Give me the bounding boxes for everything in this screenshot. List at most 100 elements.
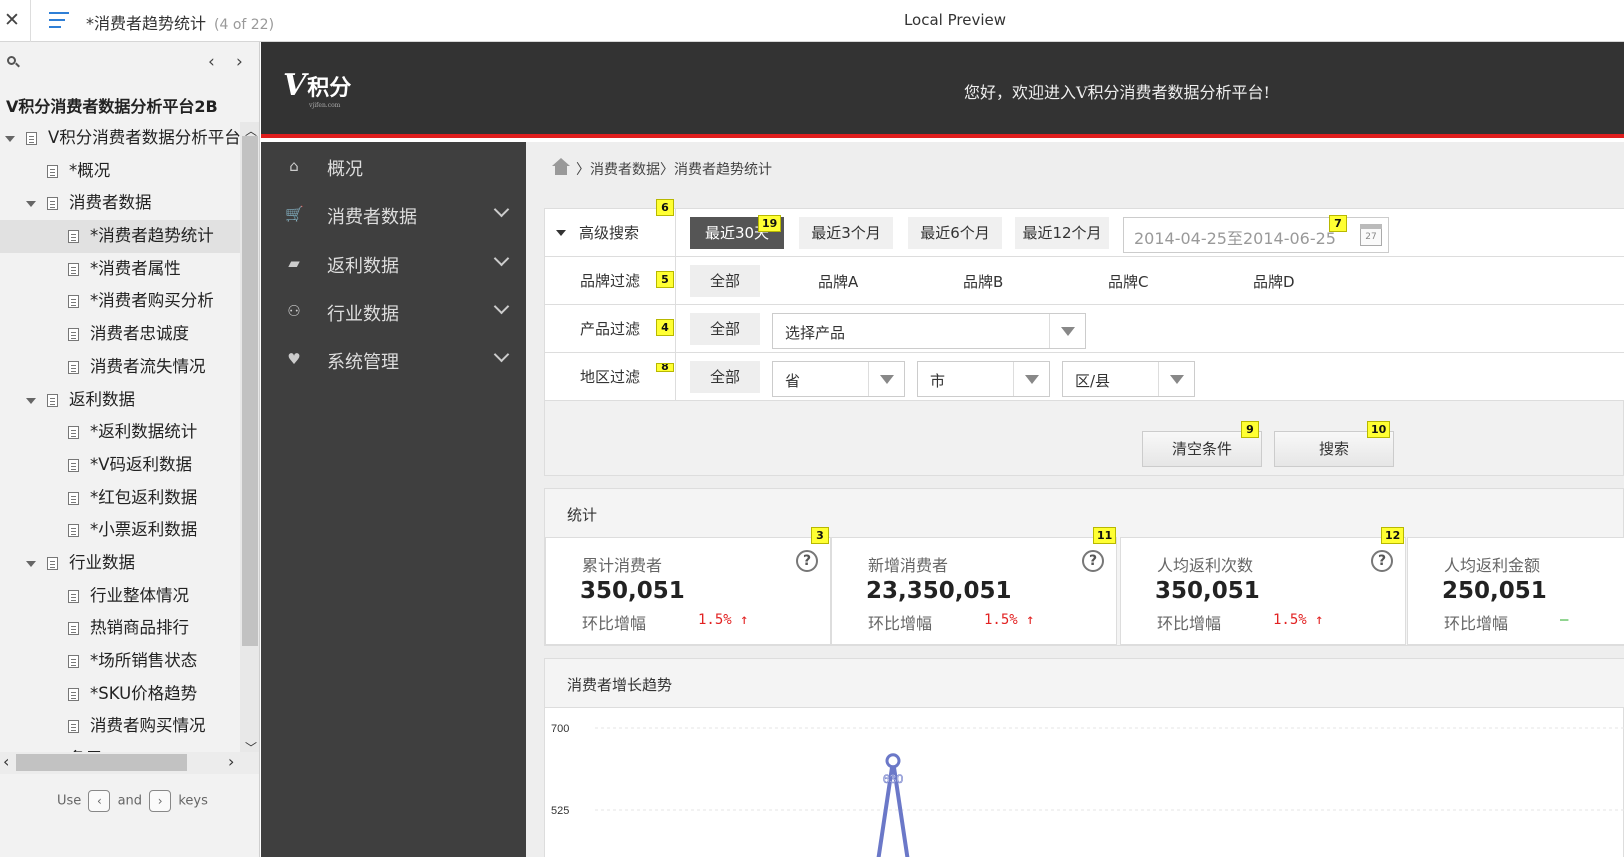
outline-item[interactable]: *消费者购买分析 xyxy=(0,285,240,318)
stat-sub-label: 环比增幅 xyxy=(1157,614,1222,633)
outline-item[interactable]: 消费者流失情况 xyxy=(0,351,240,384)
app-sidebar: ⌂ 概况 🛒 消费者数据 ▰ 返利数据 ⚇ 行业数据 ♥ 系统管理 xyxy=(261,142,526,857)
dropdown-arrow-icon xyxy=(1158,362,1194,396)
expand-triangle-icon[interactable] xyxy=(5,136,15,142)
stat-value: 350,051 xyxy=(1155,578,1260,604)
stat-percent: 1.5% ↑ xyxy=(698,612,749,628)
stat-card-rebate-count: 人均返利次数 ? 350,051 环比增幅 1.5% ↑ xyxy=(1120,537,1406,645)
stat-sub-label: 环比增幅 xyxy=(868,614,933,633)
annotation-badge: 9 xyxy=(1241,421,1259,438)
province-select[interactable]: 省 xyxy=(772,361,905,397)
horizontal-scrollbar[interactable]: ‹ › xyxy=(0,752,259,774)
expand-triangle-icon[interactable] xyxy=(26,397,36,404)
outline-item[interactable]: *消费者属性 xyxy=(0,253,240,286)
product-filter-row: 产品过滤 全部 选择产品 xyxy=(545,305,1624,353)
scroll-left-icon[interactable]: ‹ xyxy=(3,752,9,771)
outline-item[interactable]: 消费者数据 xyxy=(0,187,240,220)
search-icon[interactable] xyxy=(7,56,20,68)
breadcrumb-text[interactable]: 〉消费者数据〉消费者趋势统计 xyxy=(576,162,772,178)
search-panel: 高级搜索 最近30天 最近3个月 最近6个月 最近12个月 2014-04-25… xyxy=(544,199,1624,476)
nav-item[interactable]: ⚇ 行业数据 xyxy=(261,288,526,336)
nav-item[interactable]: 🛒 消费者数据 xyxy=(261,191,526,239)
outline-item[interactable]: 热销商品排行 xyxy=(0,612,240,645)
stat-title: 新增消费者 xyxy=(868,556,949,575)
help-icon[interactable]: ? xyxy=(1082,550,1104,572)
nav-item[interactable]: ♥ 系统管理 xyxy=(261,336,526,384)
brand-b-option[interactable]: 品牌B xyxy=(963,271,1003,292)
province-select-value: 省 xyxy=(785,372,801,390)
city-select[interactable]: 市 xyxy=(917,361,1050,397)
brand-logo[interactable]: V积分 vjifen.com xyxy=(283,68,351,109)
heart-icon: ♥ xyxy=(287,350,301,369)
county-select[interactable]: 区/县 xyxy=(1062,361,1195,397)
advanced-search-toggle[interactable]: 高级搜索 xyxy=(545,209,676,257)
stat-card-total-consumers: 累计消费者 ? 350,051 环比增幅 1.5% ↑ xyxy=(545,537,831,645)
welcome-message: 您好，欢迎进入V积分消费者数据分析平台! xyxy=(964,83,1270,102)
brand-a-option[interactable]: 品牌A xyxy=(818,271,858,292)
dropdown-arrow-icon xyxy=(1049,314,1085,348)
expand-triangle-icon[interactable] xyxy=(26,201,36,208)
annotation-badge: 19 xyxy=(758,215,782,232)
outline-panel: ‹ › V积分消费者数据分析平台2B V积分消费者数据分析平台 *概况 消费者数据 *… xyxy=(0,42,260,857)
outline-item[interactable]: *概况 xyxy=(0,155,240,188)
outline-item[interactable]: *场所销售状态 xyxy=(0,645,240,678)
chevron-down-icon xyxy=(493,202,510,218)
nav-item[interactable]: ▰ 返利数据 xyxy=(261,240,526,288)
outline-item[interactable]: 备用 xyxy=(0,743,240,752)
outline-item[interactable]: *消费者趋势统计 xyxy=(0,220,240,253)
page-icon xyxy=(47,556,58,570)
outline-item[interactable]: 消费者忠诚度 xyxy=(0,318,240,351)
home-icon: ⌂ xyxy=(289,157,299,175)
region-all-button[interactable]: 全部 xyxy=(690,361,760,393)
outline-item-label: *V码返利数据 xyxy=(90,454,193,474)
page-icon xyxy=(68,458,79,472)
outline-item[interactable]: 返利数据 xyxy=(0,384,240,417)
expand-triangle-icon[interactable] xyxy=(26,560,36,567)
range-3-months-button[interactable]: 最近3个月 xyxy=(799,217,893,249)
date-range-input[interactable]: 2014-04-25至2014-06-25 27 xyxy=(1123,217,1389,253)
prev-page-button[interactable]: ‹ xyxy=(208,52,215,72)
annotation-badge: 6 xyxy=(656,199,674,216)
home-icon[interactable] xyxy=(552,158,570,176)
outline-item[interactable]: *V码返利数据 xyxy=(0,449,240,482)
outline-item-label: *消费者购买分析 xyxy=(90,291,214,311)
outline-item[interactable]: 行业数据 xyxy=(0,547,240,580)
hint-text: keys xyxy=(178,793,208,809)
scroll-right-icon[interactable]: › xyxy=(228,752,234,771)
product-select[interactable]: 选择产品 xyxy=(772,313,1086,349)
brand-all-button[interactable]: 全部 xyxy=(690,265,760,297)
outline-item[interactable]: 消费者购买情况 xyxy=(0,710,240,743)
annotation-badge: 3 xyxy=(811,527,829,544)
chart-title: 消费者增长趋势 xyxy=(567,676,673,694)
stat-card-rebate-amount: 人均返利金额 250,051 环比增幅 — xyxy=(1407,537,1624,645)
page-icon xyxy=(47,197,58,211)
brand-c-option[interactable]: 品牌C xyxy=(1108,271,1148,292)
app-preview: V积分 vjifen.com 您好，欢迎进入V积分消费者数据分析平台! ⌂ 概况 🛒… xyxy=(261,42,1624,857)
help-icon[interactable]: ? xyxy=(796,550,818,572)
outline-item[interactable]: *SKU价格趋势 xyxy=(0,678,240,711)
outline-item-label: *SKU价格趋势 xyxy=(90,683,198,703)
brand-d-option[interactable]: 品牌D xyxy=(1253,271,1295,292)
outline-item[interactable]: *返利数据统计 xyxy=(0,416,240,449)
range-12-months-button[interactable]: 最近12个月 xyxy=(1015,217,1109,249)
scrollbar-thumb[interactable] xyxy=(242,136,258,646)
outline-item-label: *小票返利数据 xyxy=(90,520,198,540)
outline-item-label: *红包返利数据 xyxy=(90,487,198,507)
nav-item[interactable]: ⌂ 概况 xyxy=(261,143,526,191)
county-select-value: 区/县 xyxy=(1075,372,1111,390)
help-icon[interactable]: ? xyxy=(1371,550,1393,572)
calendar-icon[interactable]: 27 xyxy=(1360,224,1382,246)
product-all-button[interactable]: 全部 xyxy=(690,313,760,345)
data-point[interactable] xyxy=(885,753,901,769)
range-6-months-button[interactable]: 最近6个月 xyxy=(908,217,1002,249)
outline-item[interactable]: *红包返利数据 xyxy=(0,482,240,515)
outline-item[interactable]: V积分消费者数据分析平台 xyxy=(0,122,240,155)
stat-sub-label: 环比增幅 xyxy=(1444,614,1509,633)
chevron-down-icon xyxy=(493,346,510,363)
scrollbar-thumb[interactable] xyxy=(16,754,187,771)
outline-item-label: *返利数据统计 xyxy=(90,422,198,442)
vertical-scrollbar[interactable]: ︿ ﹀ xyxy=(240,122,259,755)
next-page-button[interactable]: › xyxy=(236,52,243,72)
outline-item[interactable]: 行业整体情况 xyxy=(0,580,240,613)
outline-item[interactable]: *小票返利数据 xyxy=(0,514,240,547)
